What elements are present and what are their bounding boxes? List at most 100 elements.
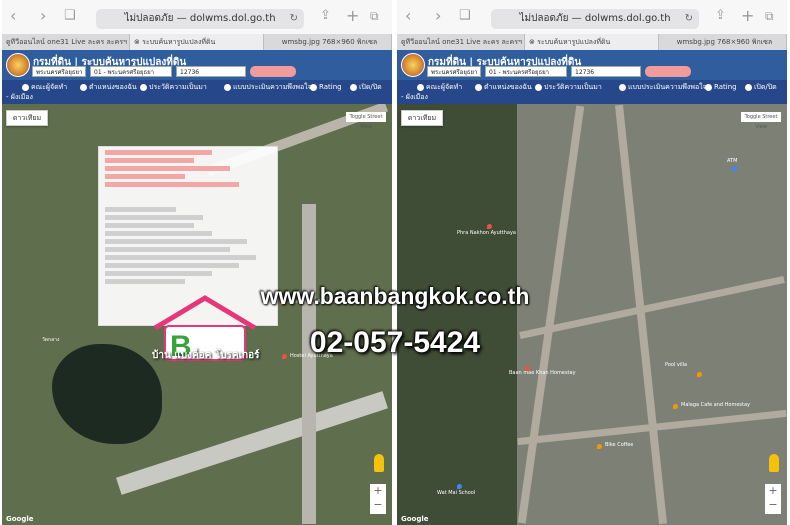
- survey-icon: [619, 83, 626, 91]
- popup-line: [105, 271, 212, 276]
- menu-item-survey[interactable]: แบบประเมินความพึงพอใจ: [619, 83, 707, 92]
- menu-item-cityplan[interactable]: - ผังเมือง: [6, 93, 33, 102]
- zoom-in-button[interactable]: +: [765, 484, 781, 498]
- tab-one31[interactable]: ดูทีวีออนไลน์ one31 Live ละคร ละครฯ ซีทค…: [397, 34, 525, 50]
- address-bar[interactable]: ไม่ปลอดภัย — dolwms.dol.go.th ↻: [491, 9, 699, 29]
- tab-land-search[interactable]: ⊗ ระบบค้นหารูปแปลงที่ดิน: [130, 34, 264, 50]
- address-text: ไม่ปลอดภัย — dolwms.dol.go.th: [519, 13, 671, 24]
- forward-icon[interactable]: ›: [435, 7, 441, 25]
- close-tab-icon[interactable]: ⊗: [134, 38, 142, 46]
- address-bar[interactable]: ไม่ปลอดภัย — dolwms.dol.go.th ↻: [96, 9, 304, 29]
- popup-line: [105, 223, 194, 228]
- map-type-button[interactable]: ดาวเทียม: [6, 110, 48, 126]
- menu-item-team[interactable]: คณะผู้จัดทำ: [417, 83, 462, 92]
- toggle-icon: [350, 83, 357, 91]
- popup-line: [105, 158, 194, 163]
- map-type-button[interactable]: ดาวเทียม: [401, 110, 443, 126]
- menu-item-toggle[interactable]: เปิด/ปิด: [745, 83, 777, 92]
- poi-marker[interactable]: [457, 484, 462, 489]
- menu-item-rating[interactable]: Rating: [705, 83, 737, 92]
- google-attribution: Google: [401, 515, 429, 523]
- menu-item-survey[interactable]: แบบประเมินความพึงพอใจ: [224, 83, 312, 92]
- pegman-icon[interactable]: [769, 454, 779, 472]
- close-tab-icon[interactable]: ⊗: [529, 38, 537, 46]
- search-button[interactable]: [250, 66, 296, 77]
- tab-wmsbg[interactable]: wmsbg.jpg 768×960 พิกเซล: [264, 34, 392, 50]
- green-area: [397, 104, 517, 525]
- address-text: ไม่ปลอดภัย — dolwms.dol.go.th: [124, 13, 276, 24]
- menu-item-rating[interactable]: Rating: [310, 83, 342, 92]
- tab-wmsbg[interactable]: wmsbg.jpg 768×960 พิกเซล: [659, 34, 787, 50]
- pegman-icon[interactable]: [374, 454, 384, 472]
- new-tab-icon[interactable]: +: [346, 7, 359, 25]
- menu-item-cityplan[interactable]: - ผังเมือง: [401, 93, 428, 102]
- rating-icon: [310, 83, 317, 91]
- district-select[interactable]: 01 - พระนครศรีอยุธยา: [90, 66, 172, 77]
- bookmarks-icon[interactable]: ❑: [459, 7, 471, 25]
- browser-toolbar: ‹ › ❑ ไม่ปลอดภัย — dolwms.dol.go.th ↻ ⇪ …: [2, 0, 392, 35]
- forward-icon[interactable]: ›: [40, 7, 46, 25]
- zoom-out-button[interactable]: −: [370, 498, 386, 512]
- parcel-input[interactable]: 12736: [571, 66, 641, 77]
- tab-strip: ดูทีวีออนไลน์ one31 Live ละคร ละครฯ ซีทค…: [397, 34, 787, 50]
- watermark-phone: 02-057-5424: [309, 326, 481, 359]
- zoom-control[interactable]: + −: [370, 484, 386, 514]
- poi-marker[interactable]: [487, 224, 492, 229]
- menu-item-history[interactable]: ประวัติความเป็นมา: [535, 83, 602, 92]
- tab-strip: ดูทีวีออนไลน์ one31 Live ละคร ละครฯ ซีทค…: [2, 34, 392, 50]
- zoom-in-button[interactable]: +: [370, 484, 386, 498]
- menu-item-team[interactable]: คณะผู้จัดทำ: [22, 83, 67, 92]
- team-icon: [22, 83, 29, 91]
- new-tab-icon[interactable]: +: [741, 7, 754, 25]
- rating-icon: [705, 83, 712, 91]
- district-select[interactable]: 01 - พระนครศรีอยุธยา: [485, 66, 567, 77]
- reload-icon[interactable]: ↻: [685, 9, 693, 29]
- poi-marker[interactable]: [697, 372, 702, 377]
- popup-line: [105, 207, 177, 212]
- tabs-overview-icon[interactable]: ⧉: [765, 7, 774, 25]
- satellite-map[interactable]: ATM Phra Nakhon Ayutthaya Baan mae Khan …: [397, 104, 787, 525]
- back-icon[interactable]: ‹: [405, 7, 411, 25]
- tabs-overview-icon[interactable]: ⧉: [370, 7, 379, 25]
- popup-line: [105, 231, 212, 236]
- poi-marker[interactable]: [732, 166, 737, 171]
- menu-item-location[interactable]: ตำแหน่งของฉัน: [80, 83, 137, 92]
- history-icon: [140, 83, 147, 91]
- poi-marker[interactable]: [597, 444, 602, 449]
- google-attribution: Google: [6, 515, 34, 523]
- zoom-out-button[interactable]: −: [765, 498, 781, 512]
- poi-marker[interactable]: [673, 404, 678, 409]
- share-icon[interactable]: ⇪: [320, 7, 331, 25]
- map-label-atm: ATM: [727, 158, 738, 164]
- back-icon[interactable]: ‹: [10, 7, 16, 25]
- popup-line: [105, 263, 239, 268]
- location-icon: [80, 83, 87, 91]
- menu-item-toggle[interactable]: เปิด/ปิด: [350, 83, 382, 92]
- reload-icon[interactable]: ↻: [290, 9, 298, 29]
- right-screenshot-pane: ‹ › ❑ ไม่ปลอดภัย — dolwms.dol.go.th ↻ ⇪ …: [397, 0, 787, 525]
- toggle-icon: [745, 83, 752, 91]
- popup-line: [105, 166, 230, 171]
- popup-line: [105, 182, 239, 187]
- popup-line: [105, 174, 186, 179]
- map-label-garden: Malaga Cafe and Homestay: [681, 402, 750, 408]
- tab-one31[interactable]: ดูทีวีออนไลน์ one31 Live ละคร ละครฯ ซีทค…: [2, 34, 130, 50]
- menu-item-history[interactable]: ประวัติความเป็นมา: [140, 83, 207, 92]
- province-select[interactable]: พระนครศรีอยุธยา: [427, 66, 481, 77]
- map-label-school: Wat Mai School: [437, 490, 476, 496]
- zoom-control[interactable]: + −: [765, 484, 781, 514]
- bookmarks-icon[interactable]: ❑: [64, 7, 76, 25]
- search-button[interactable]: [645, 66, 691, 77]
- street-view-toggle[interactable]: Toggle Street View: [346, 112, 386, 130]
- parcel-input[interactable]: 12736: [176, 66, 246, 77]
- road: [517, 105, 585, 524]
- tab-land-search[interactable]: ⊗ ระบบค้นหารูปแปลงที่ดิน: [525, 34, 659, 50]
- province-select[interactable]: พระนครศรีอยุธยา: [32, 66, 86, 77]
- street-view-toggle[interactable]: Toggle Street View: [741, 112, 781, 130]
- menu-item-location[interactable]: ตำแหน่งของฉัน: [475, 83, 532, 92]
- survey-icon: [224, 83, 231, 91]
- left-screenshot-pane: ‹ › ❑ ไม่ปลอดภัย — dolwms.dol.go.th ↻ ⇪ …: [2, 0, 392, 525]
- map-label-homestay: Baan mae Khan Homestay: [509, 370, 576, 376]
- watermark-url: www.baanbangkok.co.th: [260, 283, 530, 309]
- share-icon[interactable]: ⇪: [715, 7, 726, 25]
